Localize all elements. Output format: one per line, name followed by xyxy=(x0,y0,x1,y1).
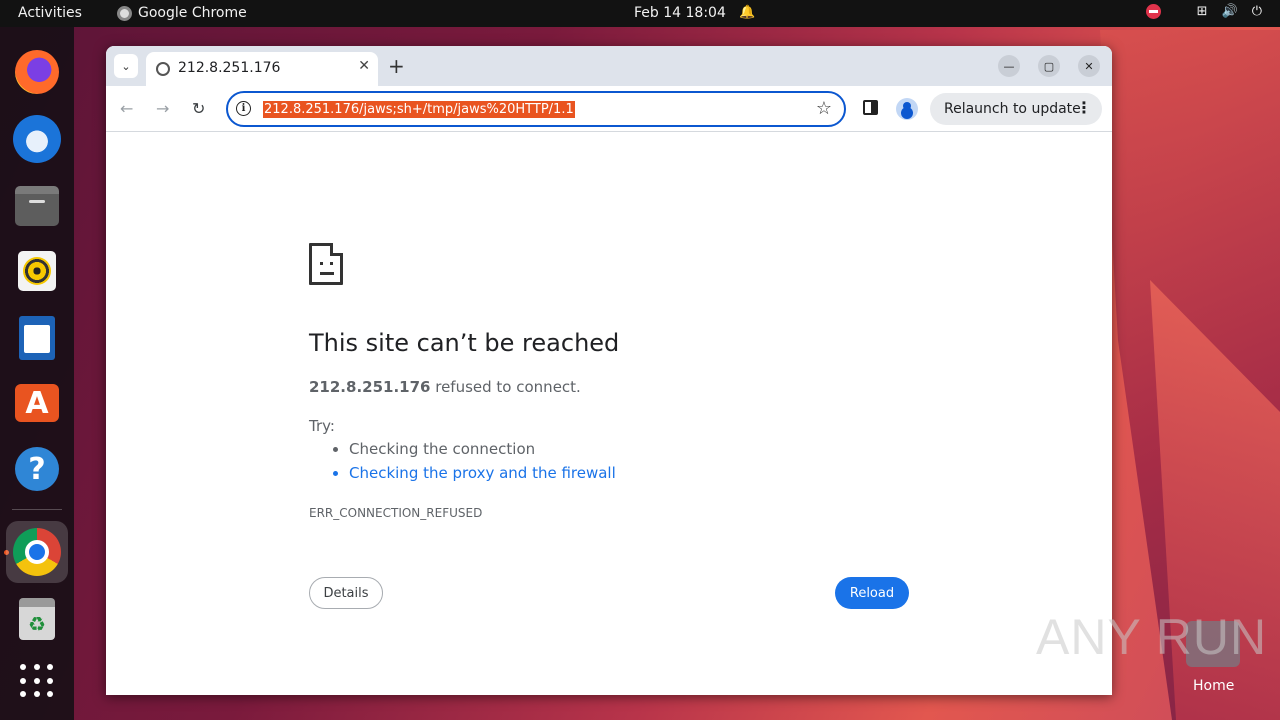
top-bar: Activities Google Chrome Feb 14 18:04 🔔 … xyxy=(0,0,1280,27)
clock[interactable]: Feb 14 18:04 xyxy=(634,5,726,21)
dock-firefox[interactable] xyxy=(13,48,61,96)
browser-toolbar: ← → ↻ i 212.8.251.176/jaws;sh+/tmp/jaws%… xyxy=(106,86,1112,132)
dock-help[interactable]: ? xyxy=(13,445,61,493)
globe-icon xyxy=(156,62,170,76)
writer-icon xyxy=(19,316,55,360)
kebab-menu-icon[interactable]: ⋮ xyxy=(1076,98,1092,117)
relaunch-label: Relaunch to update xyxy=(944,101,1081,117)
rhythmbox-icon xyxy=(18,251,56,291)
new-tab-button[interactable]: + xyxy=(388,54,405,78)
dock-writer[interactable] xyxy=(13,314,61,362)
close-tab-icon[interactable]: ✕ xyxy=(358,58,370,74)
power-icon: ⏻ xyxy=(1251,4,1262,19)
dock-app-center[interactable]: A xyxy=(13,379,61,427)
firefox-icon xyxy=(15,50,59,94)
reload-button[interactable]: Reload xyxy=(835,577,909,609)
tab-title: 212.8.251.176 xyxy=(178,60,281,76)
chrome-icon xyxy=(117,5,132,21)
chevron-down-icon: ⌄ xyxy=(121,59,131,73)
forward-button[interactable]: → xyxy=(156,99,169,118)
maximize-button[interactable]: ▢ xyxy=(1038,55,1060,77)
address-bar[interactable]: i 212.8.251.176/jaws;sh+/tmp/jaws%20HTTP… xyxy=(226,91,846,127)
show-apps-icon xyxy=(20,664,54,698)
network-icon: ⊞ xyxy=(1196,4,1208,19)
chrome-window: ⌄ 212.8.251.176 ✕ + — ▢ ✕ ← → ↻ i 212.8.… xyxy=(106,46,1112,695)
profile-avatar[interactable] xyxy=(896,98,918,120)
dock-rhythmbox[interactable] xyxy=(13,247,61,295)
files-icon xyxy=(15,186,59,226)
app-center-icon: A xyxy=(15,384,59,422)
activities-button[interactable]: Activities xyxy=(18,5,82,21)
error-host: 212.8.251.176 xyxy=(309,378,431,396)
try-label: Try: xyxy=(309,417,335,435)
tab-search-button[interactable]: ⌄ xyxy=(114,54,138,78)
tab-active[interactable]: 212.8.251.176 ✕ xyxy=(146,52,378,86)
reload-icon[interactable]: ↻ xyxy=(192,99,205,118)
trash-icon: ♻ xyxy=(19,598,55,640)
dock-separator xyxy=(12,509,62,510)
dock-trash[interactable]: ♻ xyxy=(13,595,61,643)
relaunch-button[interactable]: Relaunch to update ⋮ xyxy=(930,93,1102,125)
side-panel-icon[interactable] xyxy=(863,100,878,115)
sad-page-icon xyxy=(309,243,343,285)
home-label: Home xyxy=(1193,678,1235,694)
thunderbird-icon xyxy=(13,115,61,163)
system-tray[interactable]: ⊞ 🔊 ⏻ xyxy=(1145,4,1262,19)
error-message-text: refused to connect. xyxy=(430,378,581,396)
error-page: This site can’t be reached 212.8.251.176… xyxy=(106,133,1112,695)
app-menu[interactable]: Google Chrome xyxy=(117,5,247,21)
dock-chrome[interactable] xyxy=(6,521,68,583)
tab-strip: ⌄ 212.8.251.176 ✕ + — ▢ ✕ xyxy=(106,46,1112,86)
watermark-logo: ANY RUN xyxy=(1036,609,1268,665)
error-code: ERR_CONNECTION_REFUSED xyxy=(309,506,483,520)
close-window-button[interactable]: ✕ xyxy=(1078,55,1100,77)
app-name: Google Chrome xyxy=(138,5,247,21)
dock-show-apps[interactable] xyxy=(13,657,61,705)
minimize-button[interactable]: — xyxy=(998,55,1020,77)
volume-icon: 🔊 xyxy=(1221,4,1238,19)
error-message: 212.8.251.176 refused to connect. xyxy=(309,378,581,396)
bell-icon[interactable]: 🔔 xyxy=(739,5,755,20)
bookmark-star-icon[interactable]: ☆ xyxy=(816,98,832,119)
do-not-disturb-icon xyxy=(1145,4,1161,19)
url-text[interactable]: 212.8.251.176/jaws;sh+/tmp/jaws%20HTTP/1… xyxy=(263,101,575,118)
details-button[interactable]: Details xyxy=(309,577,383,609)
back-button[interactable]: ← xyxy=(120,99,133,118)
suggestion-item: Checking the connection xyxy=(349,440,616,458)
chrome-icon xyxy=(13,528,61,576)
site-info-icon[interactable]: i xyxy=(236,101,251,116)
dock-thunderbird[interactable] xyxy=(13,115,61,163)
help-icon: ? xyxy=(15,447,59,491)
dock: A ? ♻ xyxy=(0,27,74,720)
dock-files[interactable] xyxy=(13,182,61,230)
error-heading: This site can’t be reached xyxy=(309,329,620,357)
suggestion-list: Checking the connection Checking the pro… xyxy=(349,440,616,488)
suggestion-link-proxy[interactable]: Checking the proxy and the firewall xyxy=(349,464,616,482)
